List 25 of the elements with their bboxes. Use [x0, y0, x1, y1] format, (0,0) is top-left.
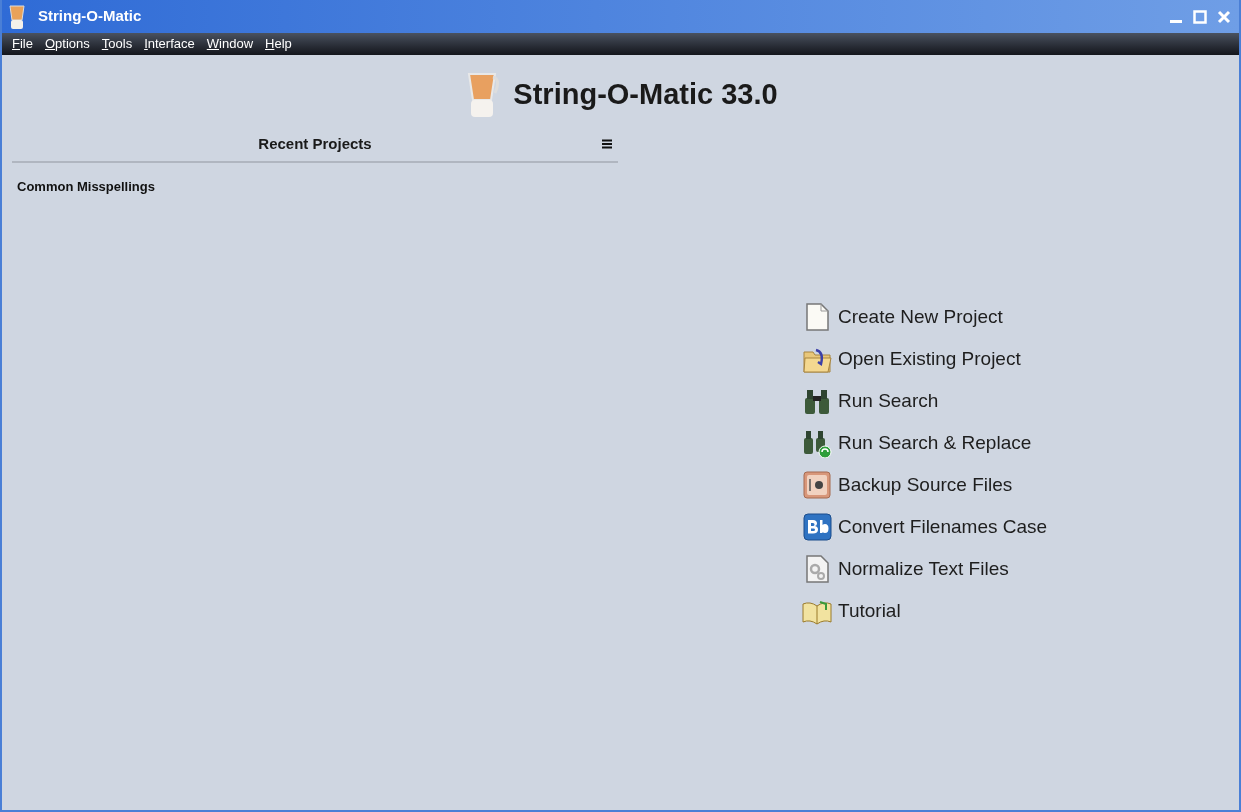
menu-item[interactable]: File	[7, 34, 38, 54]
menu-item[interactable]: Interface	[139, 34, 200, 54]
letters-icon	[802, 512, 832, 542]
action-link[interactable]: Normalize Text Files	[802, 553, 1048, 585]
menu-item[interactable]: Help	[260, 34, 297, 54]
safe-icon	[802, 470, 832, 500]
action-link[interactable]: Create New Project	[802, 301, 1048, 333]
menu-item[interactable]: Tools	[96, 34, 138, 54]
blender-icon	[6, 3, 28, 30]
action-link[interactable]: Run Search & Replace	[802, 427, 1048, 459]
maximize-icon[interactable]	[1193, 9, 1207, 24]
action-link[interactable]: Open Existing Project	[802, 343, 1048, 375]
menu-item[interactable]: Window	[201, 34, 258, 54]
recent-project-link[interactable]: Common Misspellings	[17, 177, 155, 197]
action-link[interactable]: Backup Source Files	[802, 469, 1048, 501]
action-link[interactable]: Run Search	[802, 385, 1048, 417]
menu-icon[interactable]	[602, 139, 612, 149]
action-link[interactable]: Tutorial	[802, 595, 1048, 627]
binoculars-icon	[802, 428, 832, 458]
window-title: String-O-Matic	[38, 6, 142, 27]
app-heading: String-O-Matic 33.0	[513, 77, 778, 113]
panel-title: Recent Projects	[258, 133, 372, 154]
action-link[interactable]: Convert Filenames Case	[802, 511, 1048, 543]
menu-item[interactable]: Options	[39, 34, 95, 54]
close-icon[interactable]	[1217, 9, 1231, 24]
